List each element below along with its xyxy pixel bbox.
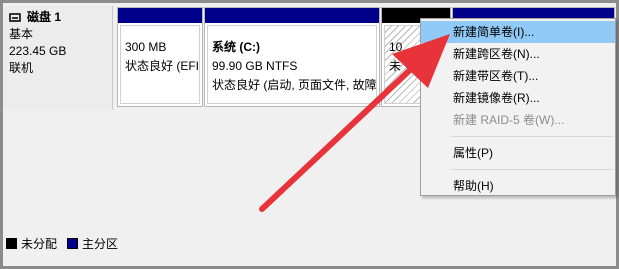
partition-system-c-size: 99.90 GB NTFS [212,59,298,73]
partition-efi-status: 状态良好 (EFI [125,59,199,73]
disk-icon [9,13,21,22]
disk-name: 磁盘 1 [27,10,62,24]
menu-separator [451,136,613,137]
disk-info[interactable]: 磁盘 1 基本 223.45 GB 联机 [3,6,113,110]
menu-separator [451,169,613,170]
menu-item-new-spanned-volume[interactable]: 新建跨区卷(N)... [421,43,615,65]
menu-item-new-raid5-volume: 新建 RAID-5 卷(W)... [453,113,565,127]
disk-size: 223.45 GB [9,44,67,58]
menu-item-new-striped-volume[interactable]: 新建带区卷(T)... [421,65,615,87]
context-menu: 新建简单卷(I)... 新建跨区卷(N)... 新建带区卷(T)... 新建镜像… [420,18,616,196]
partition-efi[interactable]: 300 MB 状态良好 (EFI [117,7,203,107]
disk-type: 基本 [9,27,34,41]
partition-system-c[interactable]: 系统 (C:) 99.90 GB NTFS 状态良好 (启动, 页面文件, 故障 [204,7,380,107]
legend: 未分配 主分区 [6,236,124,251]
menu-item-new-simple-volume[interactable]: 新建简单卷(I)... [421,21,615,43]
menu-item-new-mirrored-volume[interactable]: 新建镜像卷(R)... [421,87,615,109]
partition-efi-body: 300 MB 状态良好 (EFI [120,25,200,104]
partition-efi-bar [118,8,202,23]
menu-item-help[interactable]: 帮助(H) [421,175,615,197]
disk-status: 联机 [9,61,34,75]
legend-unallocated-swatch [6,237,17,249]
partition-system-c-bar [205,8,379,23]
partition-efi-size: 300 MB [125,40,167,54]
disk-title: 磁盘 1 [9,9,106,26]
partition-system-c-body: 系统 (C:) 99.90 GB NTFS 状态良好 (启动, 页面文件, 故障 [207,25,377,104]
menu-item-properties[interactable]: 属性(P) [421,142,615,164]
legend-primary-swatch [67,237,79,249]
partition-system-c-status: 状态良好 (启动, 页面文件, 故障 [212,78,377,92]
legend-unallocated-label: 未分配 [21,236,58,251]
partition-system-c-name: 系统 (C:) [212,40,260,54]
legend-primary-label: 主分区 [82,236,119,251]
